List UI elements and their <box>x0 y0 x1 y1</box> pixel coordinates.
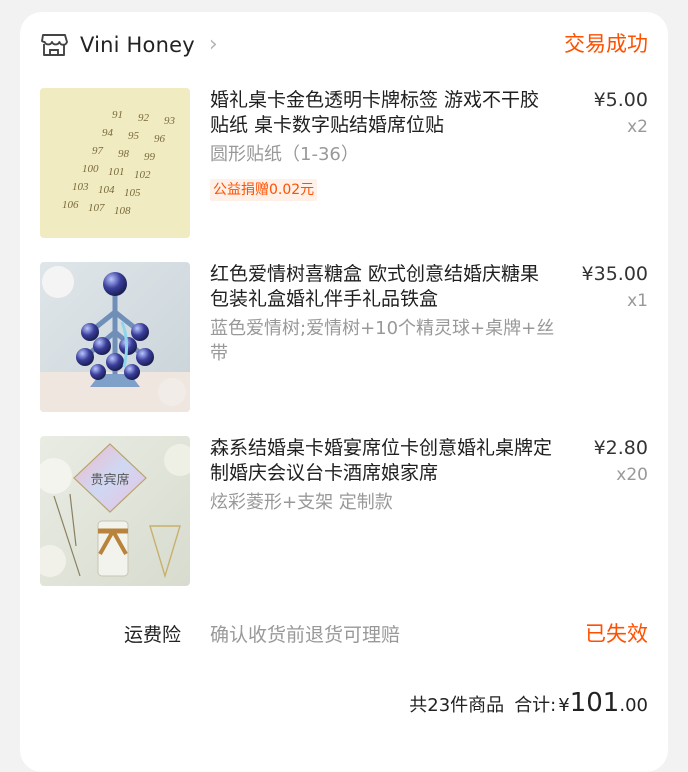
item-sku: 圆形贴纸（1-36） <box>210 144 359 165</box>
sticker-number: 92 <box>138 112 150 124</box>
place-card-text: 贵宾席 <box>90 472 129 488</box>
chevron-right-icon: › <box>208 32 218 57</box>
insurance-desc: 确认收货前退货可理赔 <box>210 624 401 646</box>
order-status: 交易成功 <box>564 32 648 56</box>
order-item[interactable]: 91 92 93 94 95 96 97 98 99 100 101 102 103 104 105 106 1… <box>40 88 648 238</box>
total-amount: 101 <box>569 688 620 718</box>
product-image: 91 92 93 94 95 96 97 98 99 100 101 102 103 104 105 106 1… <box>40 88 190 238</box>
shipping-insurance-row: 运费险 确认收货前退货可理赔 已失效 <box>40 620 648 650</box>
sticker-number: 93 <box>164 115 176 127</box>
sticker-number: 103 <box>72 181 89 193</box>
sticker-number: 101 <box>108 166 125 178</box>
item-title: 红色爱情树喜糖盒 欧式创意结婚庆糖果包装礼盒婚礼伴手礼品铁盒 <box>210 263 540 310</box>
item-title: 森系结婚桌卡婚宴席位卡创意婚礼桌牌定制婚庆会议台卡酒席娘家席 <box>210 437 553 484</box>
shop-name: Vini Honey <box>80 33 195 57</box>
insurance-status[interactable]: 已失效 <box>585 618 648 648</box>
charity-badge: 公益捐赠0.02元 <box>210 179 318 201</box>
sticker-number: 108 <box>114 205 131 217</box>
order-summary: 共23件商品 合计: ¥ 101 .00 <box>409 688 648 724</box>
sticker-number: 99 <box>144 151 156 163</box>
product-image <box>40 262 190 412</box>
total-decimal: .00 <box>619 695 648 716</box>
item-title: 婚礼桌卡金色透明卡牌标签 游戏不干胶贴纸 桌卡数字贴结婚席位贴 <box>210 89 540 136</box>
sticker-number: 102 <box>134 169 151 181</box>
sticker-number: 97 <box>92 145 104 157</box>
sticker-number: 96 <box>154 133 166 145</box>
item-qty: x20 <box>616 465 648 485</box>
sticker-number: 107 <box>88 202 105 214</box>
order-item[interactable]: 红色爱情树喜糖盒 欧式创意结婚庆糖果包装礼盒婚礼伴手礼品铁盒 蓝色爱情树;爱情树… <box>40 262 648 412</box>
product-image: 贵宾席 <box>40 436 190 586</box>
sticker-number: 98 <box>118 148 130 160</box>
item-qty: x1 <box>627 291 648 311</box>
store-icon <box>41 34 68 56</box>
item-qty: x2 <box>627 117 648 137</box>
sticker-number: 104 <box>98 184 115 196</box>
sticker-number: 106 <box>62 199 79 211</box>
total-label: 合计: <box>514 695 557 716</box>
sticker-number: 100 <box>82 163 99 175</box>
item-price: ¥2.80 <box>593 437 648 459</box>
order-item[interactable]: 贵宾席 森系结婚桌卡婚宴席位卡创意婚礼桌牌定制婚庆会议台卡酒席娘家席 炫彩菱形+… <box>40 436 648 586</box>
item-price: ¥5.00 <box>593 89 648 111</box>
sticker-number: 105 <box>124 187 141 199</box>
item-sku: 炫彩菱形+支架 定制款 <box>210 492 393 513</box>
item-sku: 蓝色爱情树;爱情树+10个精灵球+桌牌+丝带 <box>210 318 555 364</box>
shop-header[interactable]: Vini Honey › <box>40 30 648 60</box>
item-price: ¥35.00 <box>581 263 648 285</box>
order-card: Vini Honey › 交易成功 91 92 93 94 95 96 97 98 99 100 1… <box>20 12 668 772</box>
sticker-number: 91 <box>112 109 123 121</box>
item-count: 共23件商品 <box>409 695 505 716</box>
total-currency: ¥ <box>558 695 570 716</box>
insurance-label: 运费险 <box>124 624 182 646</box>
sticker-number: 94 <box>102 127 114 139</box>
sticker-number: 95 <box>128 130 140 142</box>
